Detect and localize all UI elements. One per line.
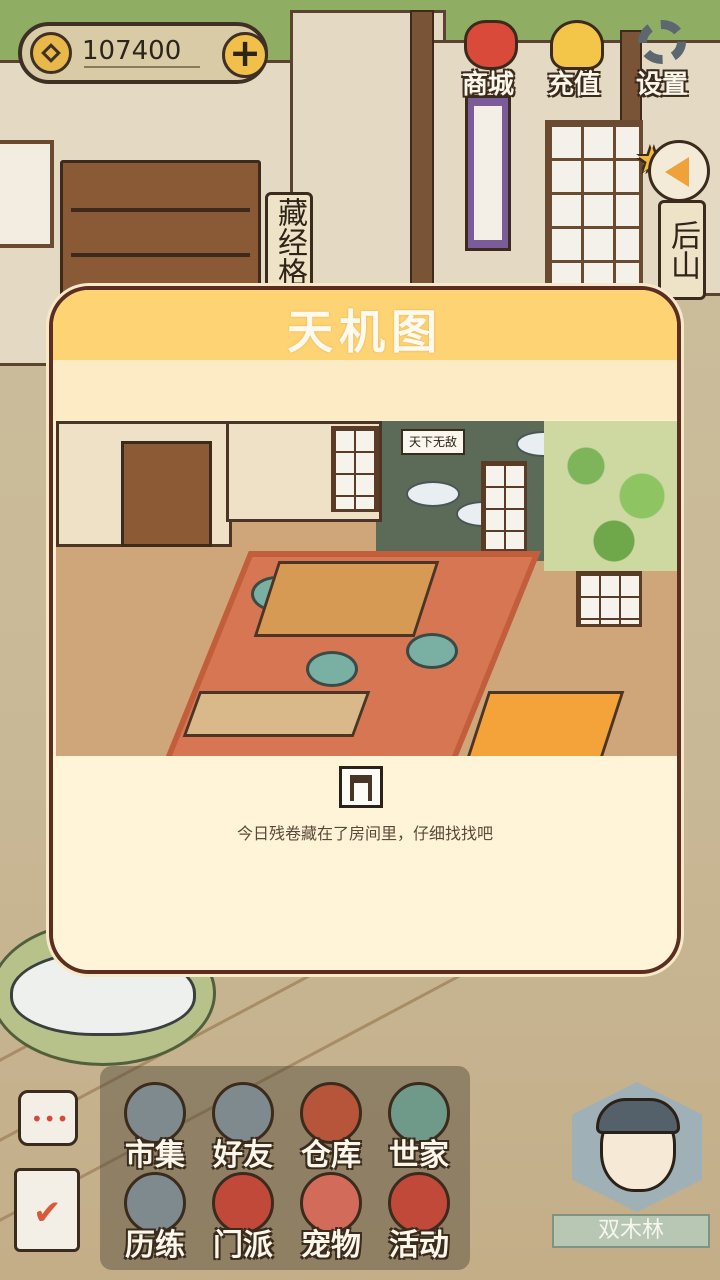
- events-label: 活动: [389, 1228, 449, 1263]
- dialog-subheader: [53, 360, 677, 420]
- library-sign[interactable]: 藏经格: [265, 192, 313, 292]
- gear-icon: [638, 20, 686, 64]
- pets-button[interactable]: 宠物: [286, 1172, 376, 1268]
- coin-icon: [30, 32, 72, 74]
- shop-button[interactable]: 商城: [448, 20, 528, 100]
- room-door: [331, 426, 379, 512]
- warehouse-button[interactable]: 仓库: [286, 1082, 376, 1178]
- friends-button[interactable]: 好友: [198, 1082, 288, 1178]
- room-guqin: [182, 691, 371, 737]
- arrow-left-icon: [665, 157, 689, 187]
- coin-counter: 107400 +: [18, 22, 268, 84]
- lotus-painting: [0, 140, 54, 248]
- pets-label: 宠物: [301, 1228, 361, 1263]
- chat-dots-icon: •••: [31, 1107, 70, 1131]
- settings-label: 设置: [635, 70, 688, 100]
- recharge-label: 充值: [547, 70, 600, 100]
- room-preview-image: 天下无敌: [56, 421, 677, 756]
- settings-button[interactable]: 设置: [622, 20, 702, 100]
- tianji-map-dialog: 天机图 天下无敌 今日残卷藏在了房间里，仔细找找吧: [49, 286, 681, 974]
- coin-amount: 107400: [82, 36, 182, 66]
- gold-ingot-icon: [550, 20, 604, 70]
- back-mountain-button[interactable]: 后山: [658, 200, 706, 300]
- room-door: [481, 461, 527, 552]
- room-bed: [463, 691, 625, 756]
- room-bookshelf: [121, 441, 212, 547]
- training-label: 历练: [125, 1228, 185, 1263]
- dialog-header: 天机图: [53, 290, 677, 360]
- friends-label: 好友: [213, 1138, 273, 1173]
- recharge-button[interactable]: 充值: [534, 20, 614, 100]
- side-collapse-button[interactable]: [648, 140, 710, 202]
- checkmark-icon: ✔: [33, 1193, 62, 1233]
- task-button[interactable]: ✔: [14, 1168, 80, 1252]
- scroll-fragment-icon: [339, 766, 383, 808]
- bamboo-plant: [544, 421, 677, 571]
- sect-label: 门派: [213, 1228, 273, 1263]
- avatar-hair: [596, 1098, 680, 1134]
- shop-bag-icon: [464, 20, 518, 70]
- shoji-door: [545, 120, 643, 298]
- sect-button[interactable]: 门派: [198, 1172, 288, 1268]
- training-button[interactable]: 历练: [110, 1172, 200, 1268]
- dialog-hint: 今日残卷藏在了房间里，仔细找找吧: [236, 824, 493, 843]
- chat-button[interactable]: •••: [18, 1090, 78, 1146]
- dialog-title: 天机图: [287, 305, 443, 359]
- wood-beam: [410, 10, 434, 294]
- room-door: [576, 571, 642, 627]
- market-label: 市集: [125, 1138, 185, 1173]
- player-name: 双木林: [552, 1214, 710, 1248]
- family-button[interactable]: 世家: [374, 1082, 464, 1178]
- shop-label: 商城: [461, 70, 514, 100]
- events-button[interactable]: 活动: [374, 1172, 464, 1268]
- market-button[interactable]: 市集: [110, 1082, 200, 1178]
- warehouse-label: 仓库: [301, 1138, 361, 1173]
- divider: [84, 66, 200, 68]
- room-table: [253, 561, 440, 637]
- bookshelf: [60, 160, 261, 306]
- add-coins-button[interactable]: +: [222, 32, 268, 78]
- family-label: 世家: [389, 1138, 449, 1173]
- wall-scroll: [465, 95, 511, 251]
- room-plaque: 天下无敌: [401, 429, 465, 455]
